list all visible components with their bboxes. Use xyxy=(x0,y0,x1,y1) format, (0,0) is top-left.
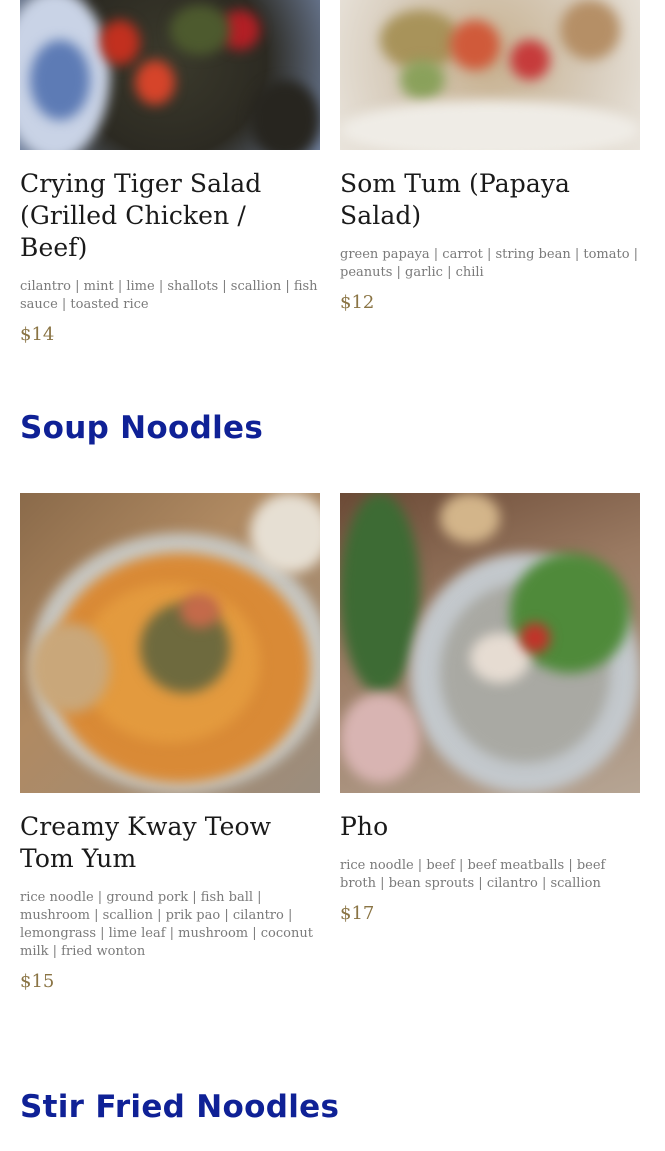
som-tum-photo[interactable] xyxy=(340,0,640,150)
section-heading-soup-noodles: Soup Noodles xyxy=(20,410,264,446)
item-description: rice noodle | ground pork | fish ball | … xyxy=(20,890,313,959)
section-heading-stir-fried-noodles: Stir Fried Noodles xyxy=(20,1089,340,1125)
item-title: Pho xyxy=(340,812,389,841)
item-price: $14 xyxy=(20,324,55,345)
crying-tiger-salad-photo[interactable] xyxy=(20,0,320,150)
salad-items-row: Crying Tiger Salad (Grilled Chicken / Be… xyxy=(20,0,640,345)
item-description: cilantro | mint | lime | shallots | scal… xyxy=(20,279,318,312)
item-price: $15 xyxy=(20,971,55,992)
menu-item-card[interactable]: Som Tum (Papaya Salad) green papaya | ca… xyxy=(340,0,640,345)
item-title: Som Tum (Papaya Salad) xyxy=(340,169,571,230)
item-title: Creamy Kway Teow Tom Yum xyxy=(20,812,272,873)
item-title: Crying Tiger Salad (Grilled Chicken / Be… xyxy=(20,169,262,262)
kway-teow-tom-yum-photo[interactable] xyxy=(20,493,320,793)
menu-item-card[interactable]: Creamy Kway Teow Tom Yum rice noodle | g… xyxy=(20,493,320,992)
menu-item-card[interactable]: Pho rice noodle | beef | beef meatballs … xyxy=(340,493,640,992)
item-price: $12 xyxy=(340,292,375,313)
item-description: green papaya | carrot | string bean | to… xyxy=(340,247,639,280)
menu-item-card[interactable]: Crying Tiger Salad (Grilled Chicken / Be… xyxy=(20,0,320,345)
pho-photo[interactable] xyxy=(340,493,640,793)
soup-noodles-row: Creamy Kway Teow Tom Yum rice noodle | g… xyxy=(20,493,640,992)
item-description: rice noodle | beef | beef meatballs | be… xyxy=(340,858,606,891)
item-price: $17 xyxy=(340,903,375,924)
